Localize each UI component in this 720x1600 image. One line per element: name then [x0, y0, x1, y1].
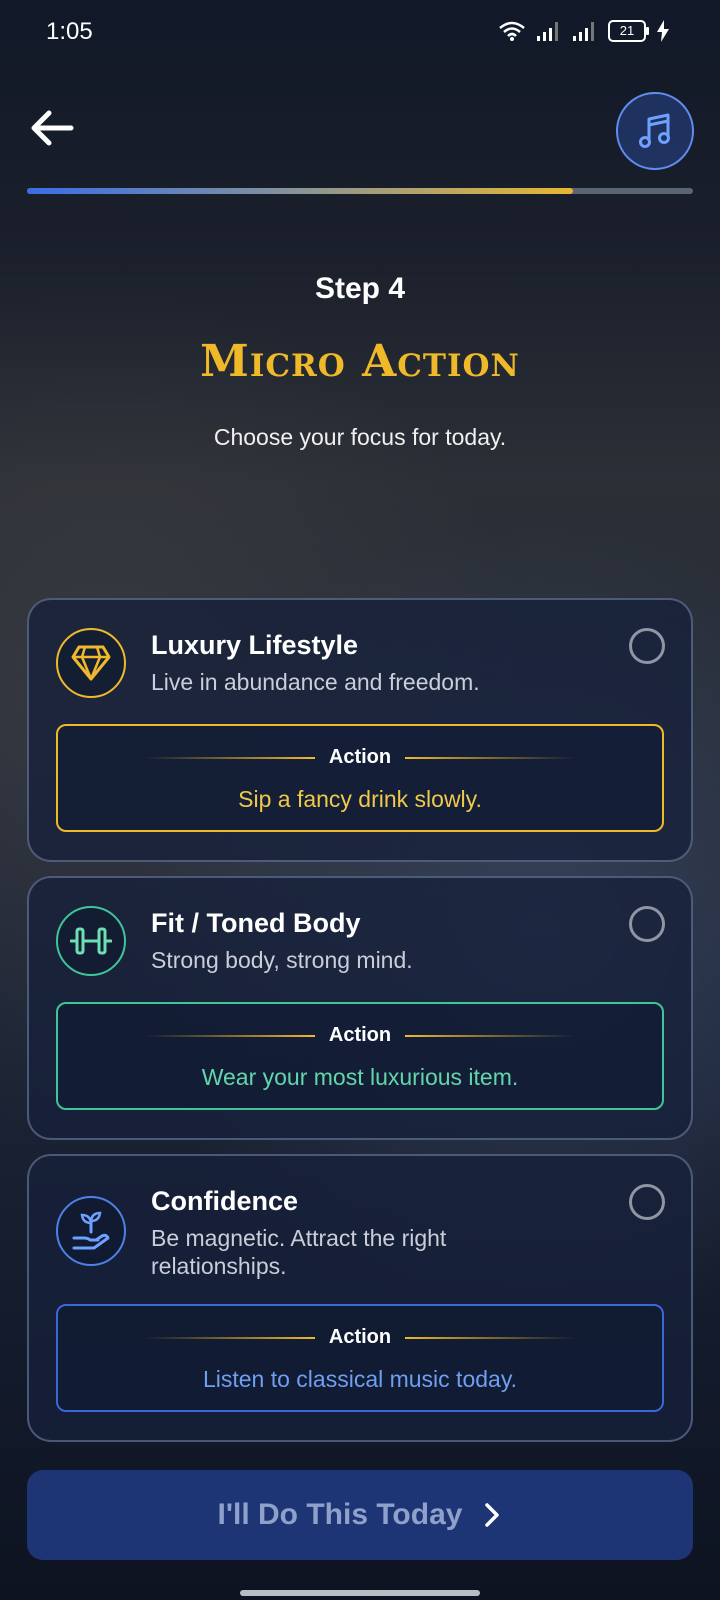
back-button[interactable]: [24, 102, 80, 154]
option-radio[interactable]: [629, 628, 665, 664]
option-badge: [56, 1196, 126, 1266]
page-title: Micro Action: [200, 336, 520, 387]
page-subtitle: Choose your focus for today.: [213, 424, 507, 450]
option-title: Luxury Lifestyle: [151, 630, 359, 660]
action-label: Action: [328, 1024, 392, 1046]
divider-line: [144, 1336, 315, 1339]
status-time: 1:05: [46, 18, 93, 45]
step-label: Step 4: [314, 272, 406, 305]
action-header: Action: [58, 746, 662, 769]
music-button[interactable]: [616, 92, 694, 170]
cta-label: I'll Do This Today: [217, 1498, 463, 1531]
option-title: Fit / Toned Body: [151, 908, 361, 938]
wifi-icon: [499, 21, 525, 41]
chevron-right-icon: [485, 1503, 500, 1527]
action-text: Listen to classical music today.: [202, 1366, 518, 1392]
option-description: Be magnetic. Attract the right relations…: [151, 1225, 447, 1279]
option-card-luxury-lifestyle[interactable]: Luxury Lifestyle Live in abundance and f…: [27, 598, 693, 862]
option-title: Confidence: [151, 1186, 299, 1216]
action-box: Action Listen to classical music today.: [56, 1304, 664, 1412]
progress-fill: [27, 188, 574, 194]
action-header: Action: [58, 1326, 662, 1349]
action-label: Action: [328, 1326, 392, 1348]
home-indicator[interactable]: [240, 1590, 480, 1596]
signal-icon-2: [573, 22, 594, 41]
option-description: Strong body, strong mind.: [151, 947, 413, 973]
option-radio[interactable]: [629, 906, 665, 942]
option-description: Live in abundance and freedom.: [151, 669, 480, 695]
progress-bar: [27, 188, 693, 194]
divider-line: [405, 1336, 576, 1339]
hand-sprout-icon: [72, 1211, 110, 1250]
battery-icon: 21: [608, 20, 649, 42]
option-badge: [56, 906, 126, 976]
divider-line: [405, 756, 576, 759]
charging-icon: [657, 20, 669, 42]
divider-line: [144, 1034, 315, 1037]
action-text: Wear your most luxurious item.: [201, 1064, 519, 1090]
music-note-icon: [639, 113, 670, 148]
status-icons: 21: [498, 20, 670, 42]
divider-line: [144, 756, 315, 759]
dumbbell-icon: [70, 927, 112, 955]
do-this-today-button[interactable]: I'll Do This Today: [27, 1470, 693, 1560]
option-card-confidence[interactable]: Confidence Be magnetic. Attract the righ…: [27, 1154, 693, 1442]
status-bar: 1:05 21: [0, 0, 720, 62]
option-card-fit-toned-body[interactable]: Fit / Toned Body Strong body, strong min…: [27, 876, 693, 1140]
diamond-icon: [71, 645, 111, 681]
action-text: Sip a fancy drink slowly.: [238, 786, 482, 812]
option-radio[interactable]: [629, 1184, 665, 1220]
action-box: Action Wear your most luxurious item.: [56, 1002, 664, 1110]
arrow-left-icon: [31, 110, 74, 146]
signal-icon: [537, 22, 558, 41]
action-label: Action: [328, 746, 392, 768]
action-box: Action Sip a fancy drink slowly.: [56, 724, 664, 832]
action-header: Action: [58, 1024, 662, 1047]
divider-line: [405, 1034, 576, 1037]
option-badge: [56, 628, 126, 698]
